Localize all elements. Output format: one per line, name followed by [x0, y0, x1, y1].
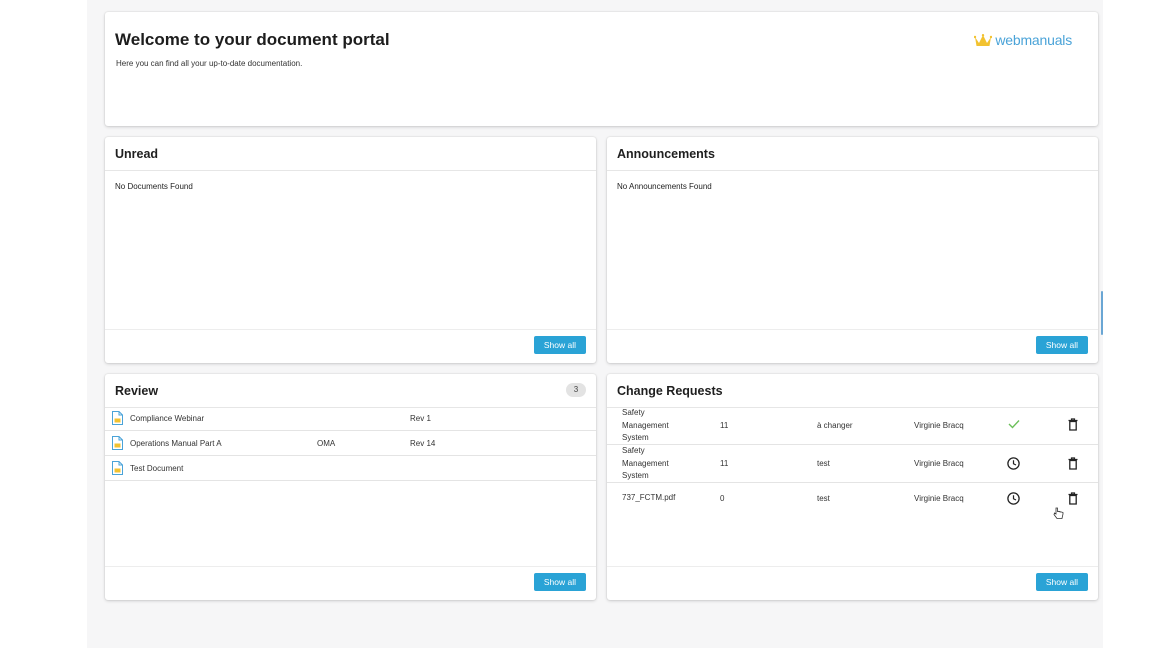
check-icon [1008, 419, 1020, 431]
change-request-author: Virginie Bracq [914, 494, 964, 503]
announcements-footer: Show all [607, 329, 1098, 363]
change-request-number: 0 [720, 494, 725, 503]
welcome-card: Welcome to your document portal Here you… [105, 12, 1098, 126]
unread-header: Unread [105, 137, 596, 171]
document-icon [112, 436, 123, 452]
unread-footer: Show all [105, 329, 596, 363]
review-row[interactable]: Test Document [105, 456, 596, 481]
review-title: Review [115, 384, 159, 398]
change-request-author: Virginie Bracq [914, 459, 964, 468]
dashboard-area: Welcome to your document portal Here you… [87, 0, 1103, 648]
announcements-panel: Announcements No Announcements Found Sho… [607, 137, 1098, 363]
logo-text: webmanuals [995, 32, 1072, 48]
review-doc-name: Compliance Webinar [130, 414, 205, 423]
review-row[interactable]: Operations Manual Part A OMA Rev 14 [105, 431, 596, 456]
document-icon [112, 411, 123, 427]
change-request-number: 11 [720, 459, 729, 468]
trash-icon[interactable] [1068, 492, 1078, 507]
review-doc-name: Operations Manual Part A [130, 439, 222, 448]
review-doc-name: Test Document [130, 464, 184, 473]
change-request-row[interactable]: Safety Management System 11 test Virgini… [607, 445, 1098, 483]
trash-icon[interactable] [1068, 418, 1078, 433]
clock-icon [1007, 457, 1020, 472]
pointer-cursor-icon [1053, 507, 1064, 525]
change-request-document: Safety Management System [622, 408, 669, 442]
unread-show-all-button[interactable]: Show all [533, 336, 586, 354]
change-request-comment: à changer [817, 421, 853, 430]
review-doc-revision: Rev 1 [410, 414, 431, 423]
review-footer: Show all [105, 566, 596, 600]
change-requests-panel: Change Requests Safety Management System… [607, 374, 1098, 600]
page-title: Welcome to your document portal [115, 30, 390, 49]
announcements-empty-text: No Announcements Found [617, 182, 712, 191]
change-request-number: 11 [720, 421, 729, 430]
change-request-row[interactable]: Safety Management System 11 à changer Vi… [607, 406, 1098, 445]
change-request-document: 737_FCTM.pdf [622, 493, 676, 502]
review-row[interactable]: Compliance Webinar Rev 1 [105, 406, 596, 431]
change-requests-title: Change Requests [617, 384, 723, 398]
scrollbar-thumb[interactable] [1101, 291, 1103, 335]
review-panel: Review 3 Compliance Webinar Rev 1 Operat… [105, 374, 596, 600]
change-requests-header: Change Requests [607, 374, 1098, 408]
change-requests-show-all-button[interactable]: Show all [1035, 573, 1088, 591]
crown-icon [974, 33, 993, 47]
page-subtitle: Here you can find all your up-to-date do… [116, 59, 303, 68]
trash-icon[interactable] [1068, 457, 1078, 472]
unread-empty-text: No Documents Found [115, 182, 193, 191]
webmanuals-logo: webmanuals [974, 32, 1072, 48]
announcements-title: Announcements [617, 147, 715, 161]
unread-panel: Unread No Documents Found Show all [105, 137, 596, 363]
review-doc-revision: Rev 14 [410, 439, 436, 448]
review-header: Review 3 [105, 374, 596, 408]
clock-icon [1007, 492, 1020, 507]
change-request-document: Safety Management System [622, 446, 669, 480]
document-icon [112, 461, 123, 477]
change-request-author: Virginie Bracq [914, 421, 964, 430]
review-show-all-button[interactable]: Show all [533, 573, 586, 591]
unread-title: Unread [115, 147, 159, 161]
announcements-header: Announcements [607, 137, 1098, 171]
change-request-comment: test [817, 459, 830, 468]
change-requests-footer: Show all [607, 566, 1098, 600]
change-request-comment: test [817, 494, 830, 503]
change-request-row[interactable]: 737_FCTM.pdf 0 test Virginie Bracq [607, 483, 1098, 512]
review-count-badge: 3 [566, 383, 586, 397]
announcements-show-all-button[interactable]: Show all [1035, 336, 1088, 354]
review-doc-code: OMA [317, 439, 336, 448]
